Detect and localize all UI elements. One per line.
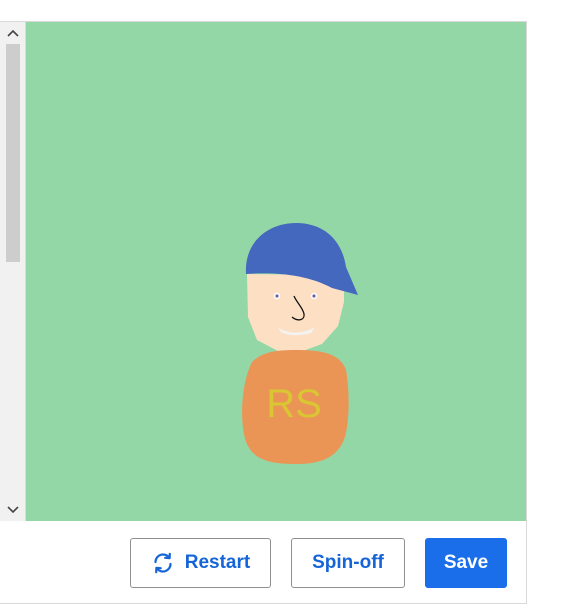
editor-panel: RS Restart Spin-off Save	[0, 21, 527, 604]
restart-button[interactable]: Restart	[130, 538, 271, 588]
save-label: Save	[443, 552, 489, 573]
scroll-down-button[interactable]	[0, 499, 25, 521]
character-left-pupil	[275, 294, 279, 298]
vertical-scrollbar[interactable]	[0, 22, 26, 521]
restart-label: Restart	[184, 552, 251, 573]
character-drawing: RS	[242, 223, 358, 464]
chevron-down-icon	[6, 506, 19, 514]
scroll-thumb[interactable]	[6, 44, 20, 262]
character-right-pupil	[312, 294, 316, 298]
save-button[interactable]: Save	[425, 538, 507, 588]
chevron-up-icon	[6, 29, 19, 37]
drawing-canvas[interactable]: RS	[26, 22, 526, 521]
app-root: RS Restart Spin-off Save	[0, 0, 563, 610]
spin-off-button[interactable]: Spin-off	[291, 538, 405, 588]
action-toolbar: Restart Spin-off Save	[0, 521, 526, 604]
shirt-text: RS	[266, 382, 322, 426]
scroll-up-button[interactable]	[0, 22, 25, 44]
refresh-icon	[151, 551, 175, 575]
spin-off-label: Spin-off	[312, 552, 384, 573]
